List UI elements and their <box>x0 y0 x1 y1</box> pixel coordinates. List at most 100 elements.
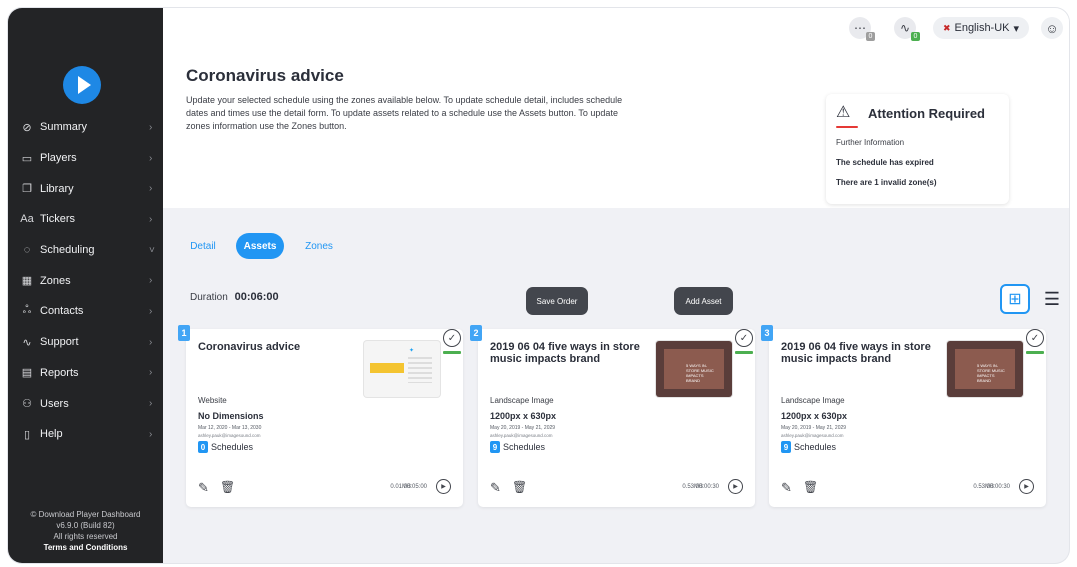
activity-badge: 0 <box>911 32 920 41</box>
tab-zones[interactable]: Zones <box>300 233 338 259</box>
duration-label: Duration <box>190 292 228 303</box>
chevron-right-icon: › <box>149 275 153 287</box>
asset-dimensions: 1200px x 630px <box>781 411 848 421</box>
play-icon[interactable]: ▶ <box>728 479 743 494</box>
uk-flag-icon: ✖ <box>942 22 951 33</box>
tickers-icon: Aa <box>20 213 34 226</box>
sidebar-item-label: Scheduling <box>40 244 95 257</box>
asset-dates: May 20, 2019 - May 21, 2029 <box>781 425 847 431</box>
trash-icon[interactable]: 🗑 <box>803 480 818 494</box>
thumbnail-banner <box>370 363 404 373</box>
asset-owner-email: ashley.pauk@imagesound.com <box>490 433 553 438</box>
play-icon[interactable]: ▶ <box>436 479 451 494</box>
schedules-count: 9 <box>781 441 791 453</box>
sidebar-item-contacts[interactable]: ஃ Contacts › <box>8 296 163 327</box>
version-text: v6.9.0 (Build 82) <box>56 521 115 530</box>
valid-indicator <box>1026 351 1044 354</box>
asset-schedules[interactable]: 9 Schedules <box>490 441 545 453</box>
sidebar-item-label: Help <box>40 428 63 441</box>
asset-dates: Mar 12, 2020 - Mar 13, 2030 <box>198 425 262 431</box>
schedules-label: Schedules <box>503 442 546 452</box>
chevron-right-icon: › <box>149 152 153 164</box>
user-icon[interactable]: ☺ <box>1041 17 1063 39</box>
asset-card[interactable]: 1 ✓ Coronavirus advice ✦ Website No Dime… <box>178 325 463 507</box>
play-icon[interactable]: ▶ <box>1019 479 1034 494</box>
sidebar-item-label: Tickers <box>40 213 76 226</box>
list-view-icon[interactable]: ☰ <box>1040 284 1064 314</box>
zones-icon: ▦ <box>21 275 33 288</box>
trash-icon[interactable]: 🗑 <box>220 480 235 494</box>
sidebar-item-library[interactable]: ❐ Library › <box>8 173 163 204</box>
players-icon: ▭ <box>21 152 33 165</box>
edit-icon[interactable]: ✎ <box>198 480 209 496</box>
edit-icon[interactable]: ✎ <box>781 480 792 496</box>
asset-owner-email: ashley.pauk@imagesound.com <box>198 433 261 438</box>
asset-card[interactable]: 2 ✓ 2019 06 04 five ways in store music … <box>470 325 755 507</box>
asset-order-number: 3 <box>761 325 773 341</box>
reports-icon: ▤ <box>21 367 33 380</box>
schedules-count: 9 <box>490 441 500 453</box>
asset-thumbnail[interactable]: 5 WAYS IN-STORE MUSIC IMPACTS BRAND <box>656 341 732 397</box>
sidebar-item-label: Users <box>40 397 69 410</box>
tab-assets[interactable]: Assets <box>236 233 284 259</box>
asset-type: Landscape Image <box>781 396 845 405</box>
caret-down-icon: ▾ <box>1013 22 1020 35</box>
asset-thumbnail[interactable]: 5 WAYS IN-STORE MUSIC IMPACTS BRAND <box>947 341 1023 397</box>
scheduling-icon: ◌ <box>23 244 31 257</box>
asset-duration: 00:05:00 <box>403 484 427 490</box>
sidebar-item-scheduling[interactable]: ◌ Scheduling ˅ <box>8 235 163 266</box>
sidebar-item-label: Zones <box>40 274 71 287</box>
page-title: Coronavirus advice <box>186 66 344 85</box>
asset-card[interactable]: 3 ✓ 2019 06 04 five ways in store music … <box>761 325 1046 507</box>
attention-panel: ⚠ Attention Required Further Information… <box>826 94 1009 204</box>
check-circle-icon[interactable]: ✓ <box>1026 329 1044 347</box>
asset-order-number: 1 <box>178 325 190 341</box>
grid-view-icon[interactable]: ⊞ <box>1000 284 1030 314</box>
duration-display: Duration 00:06:00 <box>190 291 279 303</box>
check-circle-icon[interactable]: ✓ <box>443 329 461 347</box>
chevron-right-icon: › <box>149 305 153 317</box>
sidebar-item-zones[interactable]: ▦ Zones › <box>8 265 163 296</box>
chevron-right-icon: › <box>149 398 153 410</box>
sidebar-item-support[interactable]: ∿ Support › <box>8 327 163 358</box>
add-asset-button[interactable]: Add Asset <box>674 287 733 315</box>
terms-link[interactable]: Terms and Conditions <box>8 542 163 553</box>
contacts-icon: ஃ <box>22 304 32 317</box>
sidebar-item-players[interactable]: ▭ Players › <box>8 143 163 174</box>
language-selector[interactable]: ✖ English-UK ▾ <box>933 17 1029 39</box>
valid-indicator <box>735 351 753 354</box>
further-information-label: Further Information <box>836 138 905 147</box>
asset-schedules[interactable]: 0 Schedules <box>198 441 253 453</box>
sidebar-item-summary[interactable]: ⊘ Summary › <box>8 112 163 143</box>
top-bar: ⋯ 0 ∿ 0 ✖ English-UK ▾ ☺ <box>163 8 1069 48</box>
chevron-right-icon: › <box>149 336 153 348</box>
tab-detail[interactable]: Detail <box>186 233 220 259</box>
trash-icon[interactable]: 🗑 <box>512 480 527 494</box>
asset-schedules[interactable]: 9 Schedules <box>781 441 836 453</box>
page-description: Update your selected schedule using the … <box>186 95 623 131</box>
check-circle-icon[interactable]: ✓ <box>735 329 753 347</box>
messages-badge: 0 <box>866 32 875 41</box>
sidebar-item-reports[interactable]: ▤ Reports › <box>8 358 163 389</box>
support-icon: ∿ <box>22 336 32 349</box>
sidebar-item-users[interactable]: ⚇ Users › <box>8 388 163 419</box>
asset-type: Landscape Image <box>490 396 554 405</box>
asset-duration: 00:00:30 <box>986 484 1010 490</box>
attention-message: The schedule has expired <box>836 158 934 167</box>
chevron-down-icon: ˅ <box>149 244 155 256</box>
asset-duration: 00:00:30 <box>695 484 719 490</box>
schedules-label: Schedules <box>794 442 837 452</box>
save-order-button[interactable]: Save Order <box>526 287 588 315</box>
sidebar-item-label: Reports <box>40 366 79 379</box>
sidebar-item-label: Players <box>40 152 77 165</box>
sidebar-item-help[interactable]: ▯ Help › <box>8 419 163 450</box>
app-logo[interactable] <box>63 66 101 104</box>
chevron-right-icon: › <box>149 367 153 379</box>
thumbnail-caption: 5 WAYS IN-STORE MUSIC IMPACTS BRAND <box>977 363 1005 383</box>
asset-thumbnail[interactable]: ✦ <box>364 341 440 397</box>
sidebar-item-tickers[interactable]: Aa Tickers › <box>8 204 163 235</box>
sidebar-item-label: Library <box>40 182 74 195</box>
valid-indicator <box>443 351 461 354</box>
attention-title: Attention Required <box>868 106 985 121</box>
edit-icon[interactable]: ✎ <box>490 480 501 496</box>
